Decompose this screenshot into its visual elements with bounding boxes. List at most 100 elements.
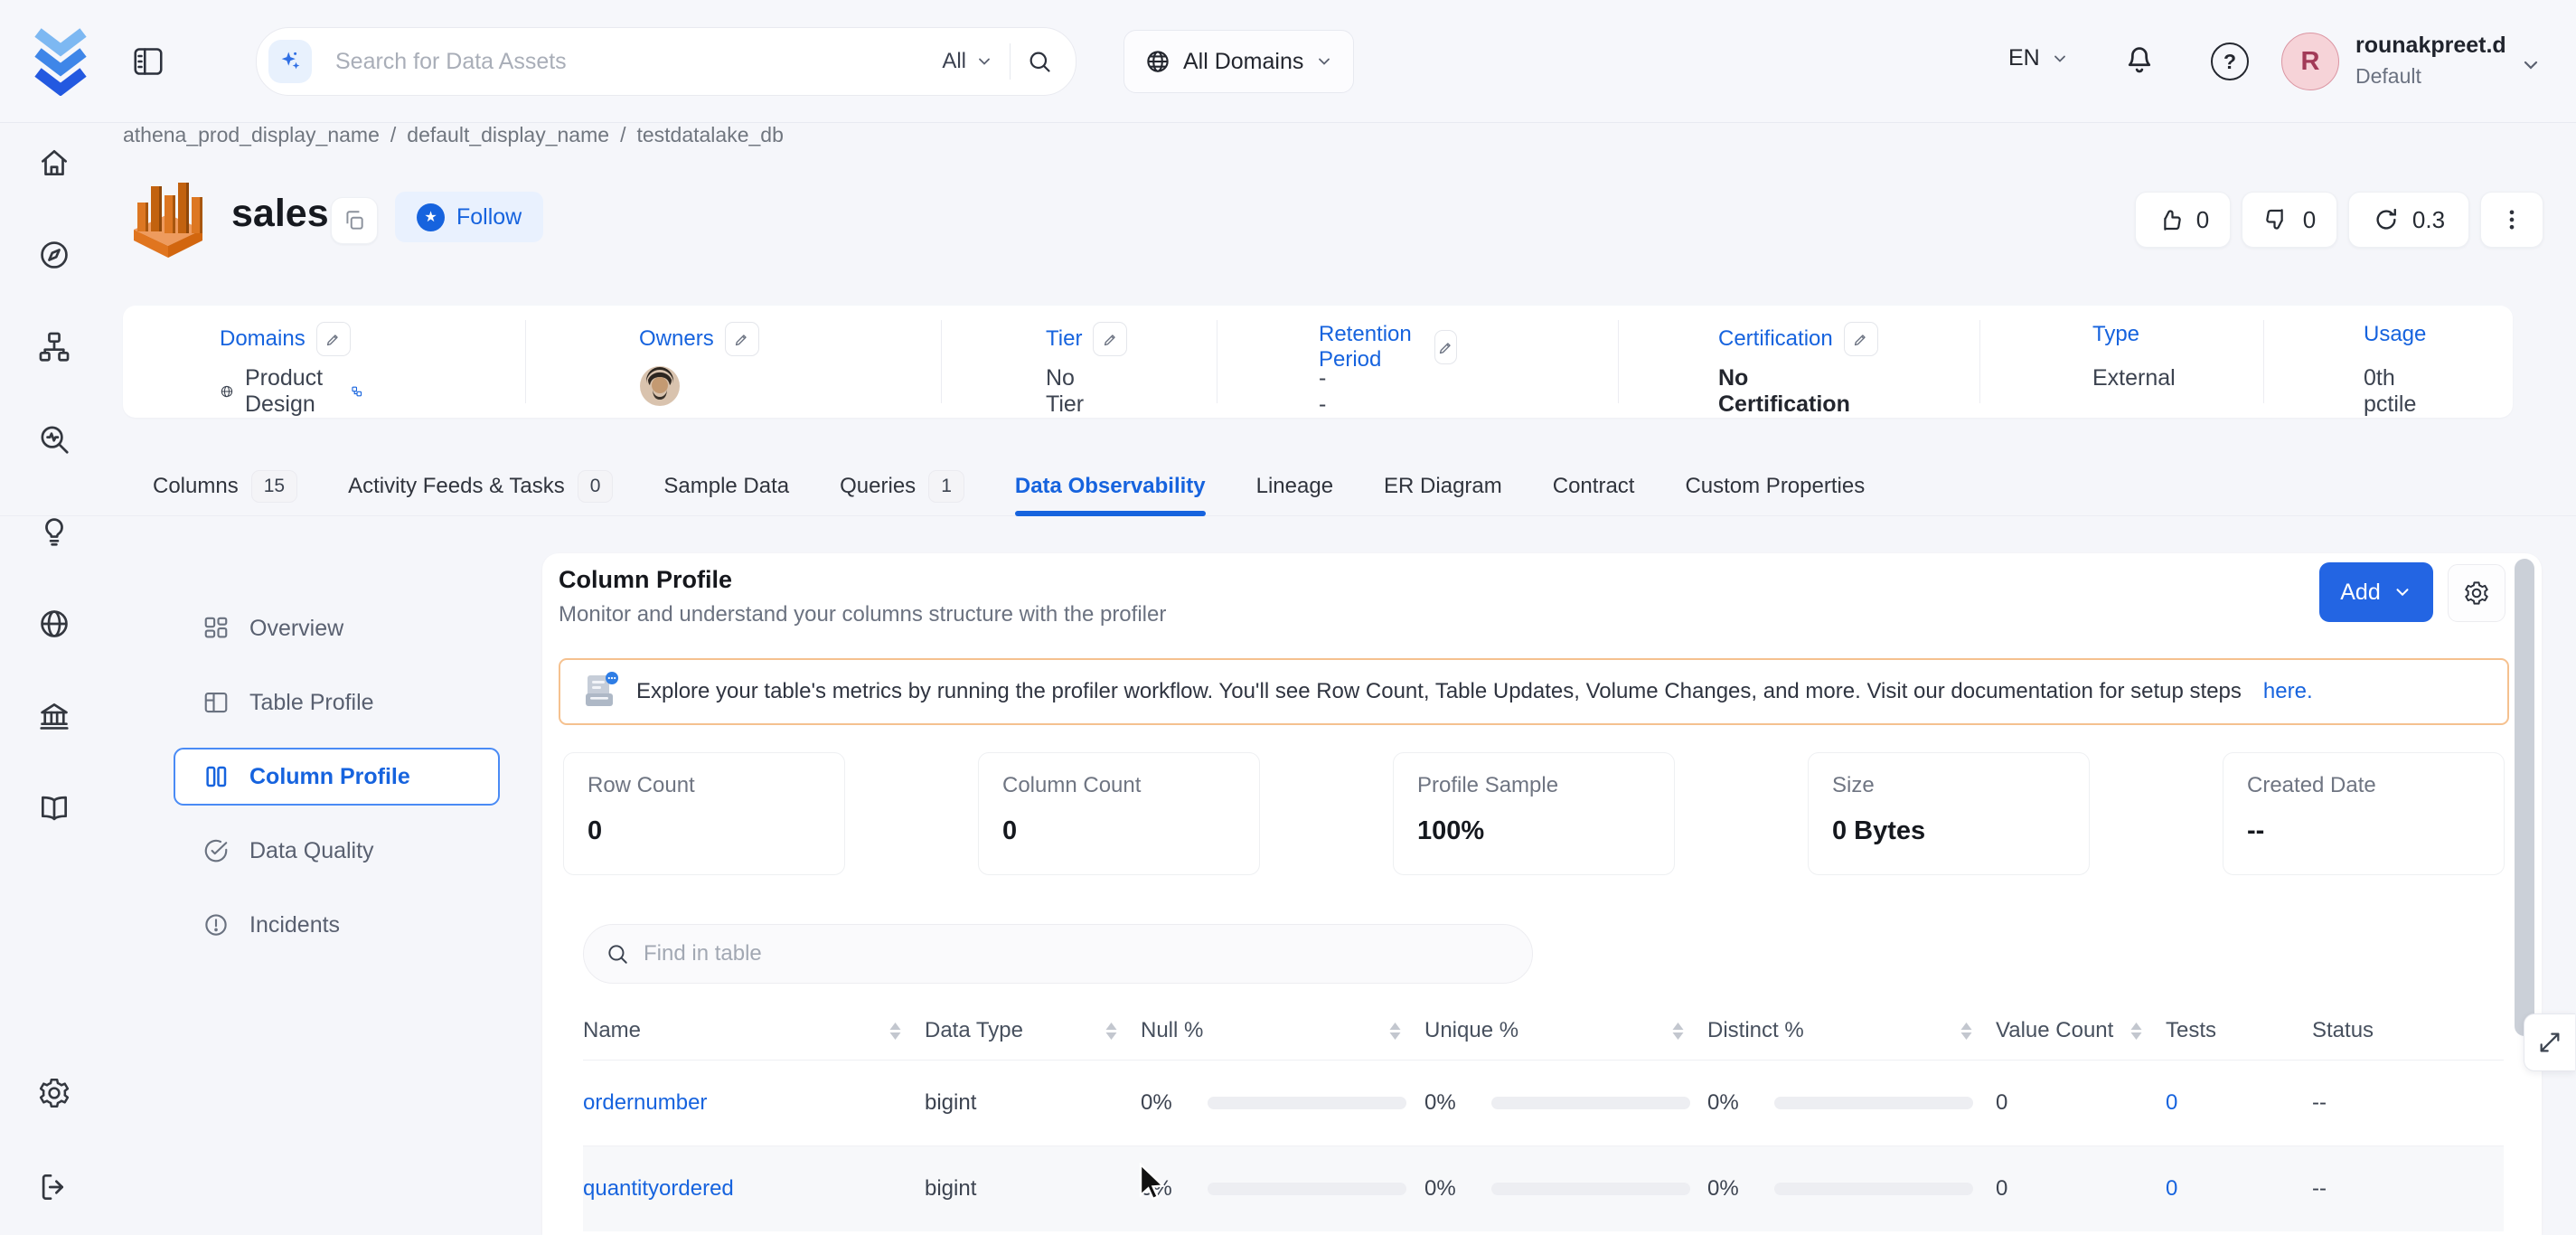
search-scope-label: All (942, 49, 966, 74)
certification-value: No Certification (1718, 365, 1850, 418)
tab-lineage[interactable]: Lineage (1256, 457, 1333, 516)
edit-domains-button[interactable] (316, 322, 351, 356)
column-header-distinct-pct[interactable]: Distinct % (1707, 1018, 1996, 1043)
user-menu[interactable]: rounakpreet.d Default (2355, 33, 2506, 89)
column-header-status[interactable]: Status (2312, 1018, 2504, 1043)
insights-bulb-icon[interactable] (37, 514, 71, 549)
tab-columns[interactable]: Columns15 (153, 457, 297, 516)
help-icon[interactable]: ? (2211, 42, 2249, 80)
type-label: Type (2092, 322, 2139, 347)
follow-button[interactable]: ★ Follow (395, 192, 543, 242)
table-row[interactable]: quantityordered bigint 0% 0% 0% 0 0 -- (583, 1145, 2504, 1231)
add-button[interactable]: Add (2319, 562, 2433, 622)
top-navbar: All All Domains EN (0, 0, 2576, 123)
sort-icon[interactable] (1960, 1023, 1972, 1040)
breadcrumb-schema[interactable]: testdatalake_db (636, 123, 783, 147)
glossary-book-icon[interactable] (37, 791, 71, 825)
search-controls: All (942, 43, 1076, 80)
divider (2263, 320, 2264, 403)
certification-label: Certification (1718, 326, 1833, 352)
user-avatar[interactable]: R (2281, 33, 2339, 90)
column-header-null-pct[interactable]: Null % (1141, 1018, 1424, 1043)
settings-gear-icon[interactable] (37, 1076, 71, 1110)
all-domains-button[interactable]: All Domains (1123, 30, 1354, 93)
find-in-table-input[interactable] (642, 940, 1510, 967)
tests-link[interactable]: 0 (2166, 1090, 2312, 1116)
tab-contract[interactable]: Contract (1553, 457, 1635, 516)
column-name-link[interactable]: ordernumber (583, 1090, 925, 1116)
search-scope-dropdown[interactable]: All (942, 49, 993, 74)
upvote-button[interactable]: 0 (2135, 192, 2231, 248)
progress-bar (1774, 1097, 1973, 1109)
add-label: Add (2340, 580, 2380, 606)
more-actions-button[interactable] (2480, 192, 2543, 248)
score-button[interactable]: 0.3 (2348, 192, 2469, 248)
edit-tier-button[interactable] (1093, 322, 1127, 356)
column-profile-panel: Column Profile Monitor and understand yo… (542, 553, 2542, 1235)
type-value: External (2092, 365, 2176, 391)
stat-label: Size (1832, 773, 1875, 798)
null-pct-cell: 0% (1141, 1090, 1424, 1116)
score-value: 0.3 (2412, 206, 2445, 234)
sidebar-item-label: Incidents (249, 912, 340, 938)
column-header-name[interactable]: Name (583, 1018, 925, 1043)
column-header-value-count[interactable]: Value Count (1996, 1018, 2166, 1043)
sidebar-item-table-profile[interactable]: Table Profile (174, 674, 500, 731)
column-header-unique-pct[interactable]: Unique % (1424, 1018, 1707, 1043)
panel-scrollbar[interactable] (2515, 559, 2534, 1036)
data-assets-sitemap-icon[interactable] (37, 330, 71, 364)
language-dropdown[interactable]: EN (2008, 45, 2069, 71)
ai-sparkle-icon[interactable] (268, 40, 312, 83)
language-label: EN (2008, 45, 2040, 71)
sidebar-item-label: Table Profile (249, 690, 374, 716)
breadcrumb-database[interactable]: default_display_name (407, 123, 609, 147)
search-icon[interactable] (1027, 49, 1052, 74)
tab-data-observability[interactable]: Data Observability (1015, 457, 1206, 516)
overview-grid-icon (202, 615, 230, 642)
expand-panel-button[interactable] (2524, 1013, 2575, 1071)
search-input[interactable] (312, 49, 942, 75)
profiler-settings-button[interactable] (2448, 564, 2505, 622)
app-logo-icon[interactable] (31, 25, 90, 96)
sort-icon[interactable] (1105, 1023, 1117, 1040)
column-header-data-type[interactable]: Data Type (925, 1018, 1141, 1043)
help-glyph: ? (2223, 50, 2236, 74)
table-row[interactable]: ordernumber bigint 0% 0% 0% 0 0 -- (583, 1061, 2504, 1145)
observability-icon[interactable] (37, 422, 71, 457)
data-type-cell: bigint (925, 1176, 1141, 1202)
owner-avatar[interactable] (639, 365, 681, 407)
domains-globe-icon[interactable] (37, 607, 71, 641)
tab-er-diagram[interactable]: ER Diagram (1384, 457, 1502, 516)
exclamation-circle-icon (202, 911, 230, 938)
tab-queries[interactable]: Queries1 (840, 457, 964, 516)
tests-link[interactable]: 0 (2166, 1176, 2312, 1202)
sidebar-item-data-quality[interactable]: Data Quality (174, 822, 500, 880)
explore-compass-icon[interactable] (37, 238, 71, 272)
copy-name-button[interactable] (331, 197, 378, 244)
edit-retention-button[interactable] (1434, 330, 1457, 364)
domain-value[interactable]: Product Design (245, 365, 340, 418)
tab-sample-data[interactable]: Sample Data (663, 457, 789, 516)
tab-activity-feeds[interactable]: Activity Feeds & Tasks0 (348, 457, 613, 516)
governance-bank-icon[interactable] (37, 699, 71, 733)
banner-docs-link[interactable]: here. (2263, 679, 2313, 704)
downvote-button[interactable]: 0 (2242, 192, 2337, 248)
edit-owners-button[interactable] (725, 322, 759, 356)
sort-icon[interactable] (1672, 1023, 1684, 1040)
notifications-bell-icon[interactable] (2122, 43, 2157, 78)
sort-icon[interactable] (2130, 1023, 2142, 1040)
sort-icon[interactable] (1389, 1023, 1401, 1040)
home-icon[interactable] (37, 146, 71, 180)
tab-custom-properties[interactable]: Custom Properties (1685, 457, 1865, 516)
logout-icon[interactable] (37, 1170, 71, 1204)
column-header-tests[interactable]: Tests (2166, 1018, 2312, 1043)
sort-icon[interactable] (889, 1023, 901, 1040)
sidebar-toggle-icon[interactable] (132, 45, 165, 78)
column-name-link[interactable]: quantityordered (583, 1176, 925, 1202)
edit-certification-button[interactable] (1844, 322, 1878, 356)
sidebar-item-column-profile[interactable]: Column Profile (174, 748, 500, 806)
user-menu-chevron-icon[interactable] (2520, 54, 2542, 76)
breadcrumb-service[interactable]: athena_prod_display_name (123, 123, 380, 147)
sidebar-item-overview[interactable]: Overview (174, 599, 500, 657)
sidebar-item-incidents[interactable]: Incidents (174, 896, 500, 954)
